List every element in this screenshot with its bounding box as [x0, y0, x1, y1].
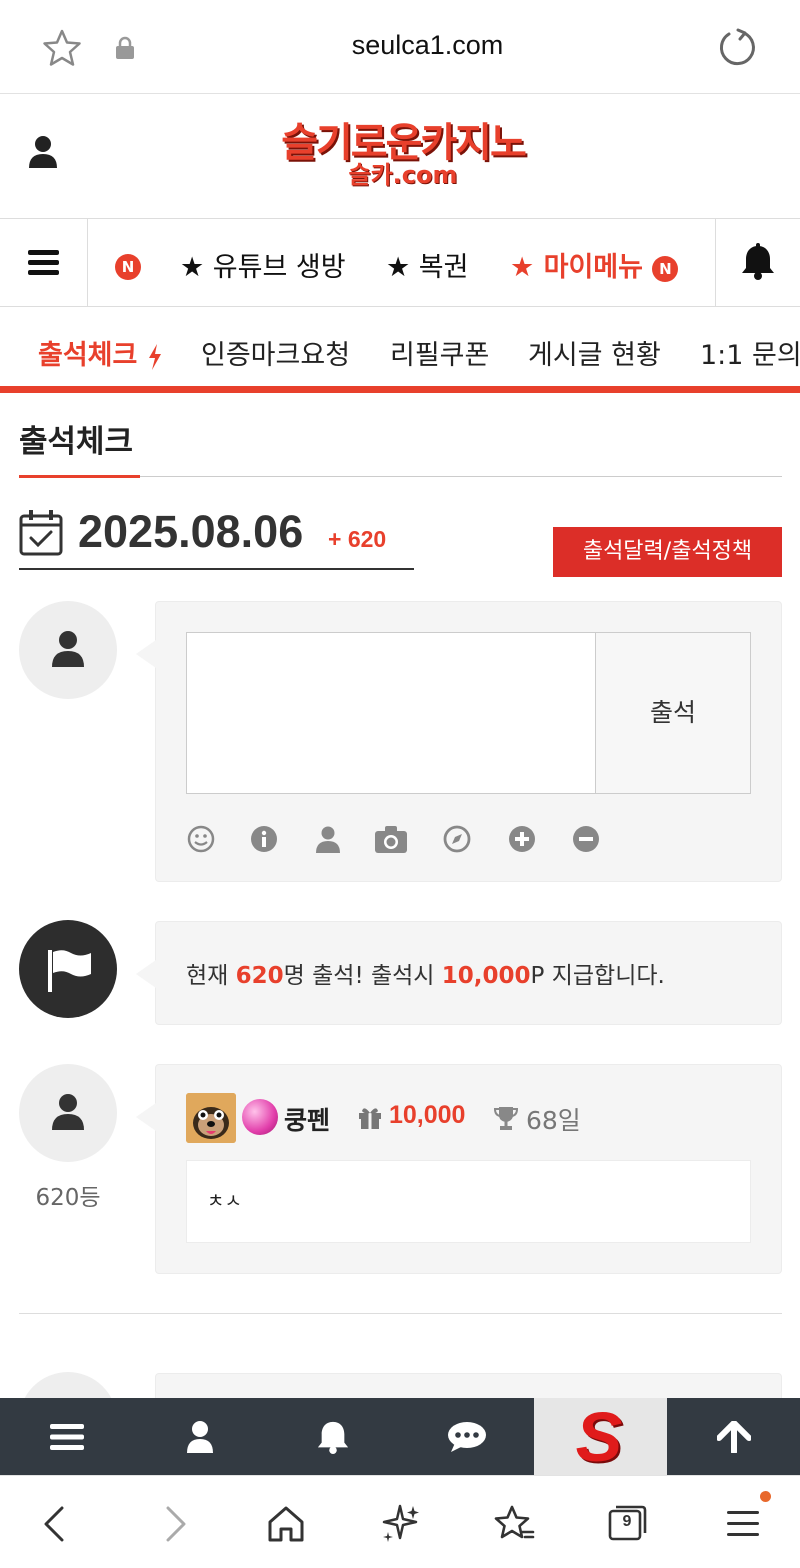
bookmarks-star-icon[interactable] [492, 1502, 536, 1546]
nav-item-mymenu[interactable]: ★ 마이메뉴 N [510, 245, 679, 284]
entry-points: 10,000 [389, 1101, 466, 1129]
tab-attendance[interactable]: 출석체크 [38, 333, 163, 372]
bottom-menu-button[interactable] [0, 1398, 133, 1475]
notice-count: 620 [235, 963, 284, 989]
home-icon[interactable] [264, 1502, 308, 1546]
url-text[interactable]: seulca1.com [0, 30, 800, 61]
user-icon [186, 1420, 213, 1453]
entry-days: 68일 [526, 1106, 581, 1135]
bottom-user-button[interactable] [133, 1398, 266, 1475]
comment-textarea[interactable] [186, 632, 596, 794]
lightning-icon [148, 343, 161, 370]
user-icon[interactable] [313, 824, 343, 854]
tab-attendance-label: 출석체크 [38, 340, 138, 371]
hamburger-icon [49, 1423, 84, 1450]
tab-cert-mark[interactable]: 인증마크요청 [201, 333, 350, 372]
page-title: 출석체크 [19, 424, 134, 460]
attendance-notice: 현재 620명 출석! 출석시 10,000P 지급합니다. [186, 956, 665, 990]
back-arrow-icon[interactable] [34, 1502, 78, 1546]
s-logo-icon: S [575, 1398, 623, 1476]
tab-refill-coupon[interactable]: 리필쿠폰 [390, 333, 489, 372]
browser-menu-icon[interactable] [722, 1502, 766, 1546]
nav-item-lottery[interactable]: ★ 복권 [386, 245, 468, 284]
entry-rank: 620등 [35, 1185, 101, 1211]
avatar [19, 1064, 117, 1162]
plus-circle-icon[interactable] [507, 824, 537, 854]
notice-prefix: 현재 [186, 963, 236, 989]
attendance-count: + 620 [328, 526, 387, 552]
tab-inquiry[interactable]: 1:1 문의 [700, 333, 800, 372]
notice-points: 10,000 [441, 963, 531, 989]
hamburger-menu-button[interactable] [0, 219, 88, 306]
reload-icon[interactable] [716, 27, 758, 69]
attend-submit-button[interactable]: 출석 [595, 632, 751, 794]
site-header: 슬기로운카지노 슬카.com [0, 94, 800, 219]
entry-username[interactable]: 쿵펜 [284, 1101, 330, 1137]
notice-suffix: P 지급합니다. [530, 963, 665, 989]
sparkle-icon[interactable] [378, 1502, 422, 1546]
date-underline [19, 568, 414, 570]
attendance-policy-button[interactable]: 출석달력/출석정책 [553, 527, 782, 577]
compass-icon[interactable] [442, 824, 472, 854]
main-nav: N ★ 유튜브 생방 ★ 복권 ★ 마이메뉴 N [0, 219, 800, 307]
notice-middle: 명 출석! 출석시 [283, 963, 442, 989]
new-badge: N [652, 255, 679, 282]
comment-form: 출석 [136, 601, 782, 882]
tab-post-status[interactable]: 게시글 현황 [528, 333, 661, 372]
trophy-icon [494, 1107, 518, 1130]
bottom-chat-button[interactable] [400, 1398, 533, 1475]
user-icon [52, 1094, 84, 1130]
logo-title: 슬기로운카지노 [281, 120, 527, 166]
list-item: 쿵펜 10,000 68일 ㅊㅅ [136, 1064, 782, 1274]
scroll-top-button[interactable] [667, 1398, 800, 1475]
emoticon-icon[interactable] [186, 824, 216, 854]
flag-avatar [19, 920, 117, 1018]
arrow-up-icon [716, 1420, 751, 1453]
minus-circle-icon[interactable] [571, 824, 601, 854]
entry-comment: ㅊㅅ [186, 1160, 751, 1243]
sub-tabs: 출석체크 인증마크요청 리필쿠폰 게시글 현황 1:1 문의 [0, 307, 800, 393]
site-logo[interactable]: 슬기로운카지노 슬카.com [258, 120, 548, 200]
level-gem-icon [242, 1099, 278, 1135]
chat-bubble-icon [447, 1421, 486, 1452]
tabs-button[interactable]: 9 [606, 1502, 650, 1546]
avatar [19, 601, 117, 699]
browser-bottom-bar: 9 [0, 1475, 800, 1568]
notification-button[interactable] [715, 219, 800, 306]
gift-icon [359, 1108, 381, 1129]
new-badge: N [115, 254, 141, 280]
nav-item-youtube[interactable]: ★ 유튜브 생방 [180, 245, 346, 284]
camera-icon[interactable] [374, 824, 408, 854]
site-bottom-toolbar: S [0, 1398, 800, 1475]
notification-dot [760, 1491, 771, 1502]
nav-item-mymenu-label: ★ 마이메뉴 [510, 252, 643, 283]
browser-url-bar: seulca1.com [0, 0, 800, 94]
flag-icon [48, 950, 91, 992]
user-icon [52, 631, 84, 667]
bottom-logo-button[interactable]: S [534, 1398, 667, 1475]
user-icon[interactable] [28, 134, 58, 170]
bell-icon [742, 243, 774, 280]
tab-count: 9 [622, 1513, 632, 1530]
bottom-notification-button[interactable] [266, 1398, 399, 1475]
forward-arrow-icon[interactable] [152, 1502, 196, 1546]
info-icon[interactable] [249, 824, 279, 854]
attendance-date: 2025.08.06 [78, 506, 304, 557]
calendar-check-icon [19, 510, 63, 556]
list-divider [19, 1313, 782, 1314]
notice-bubble: 현재 620명 출석! 출석시 10,000P 지급합니다. [136, 921, 782, 1025]
pug-avatar-icon [186, 1093, 236, 1143]
bell-icon [317, 1421, 348, 1454]
title-underline [19, 475, 140, 478]
